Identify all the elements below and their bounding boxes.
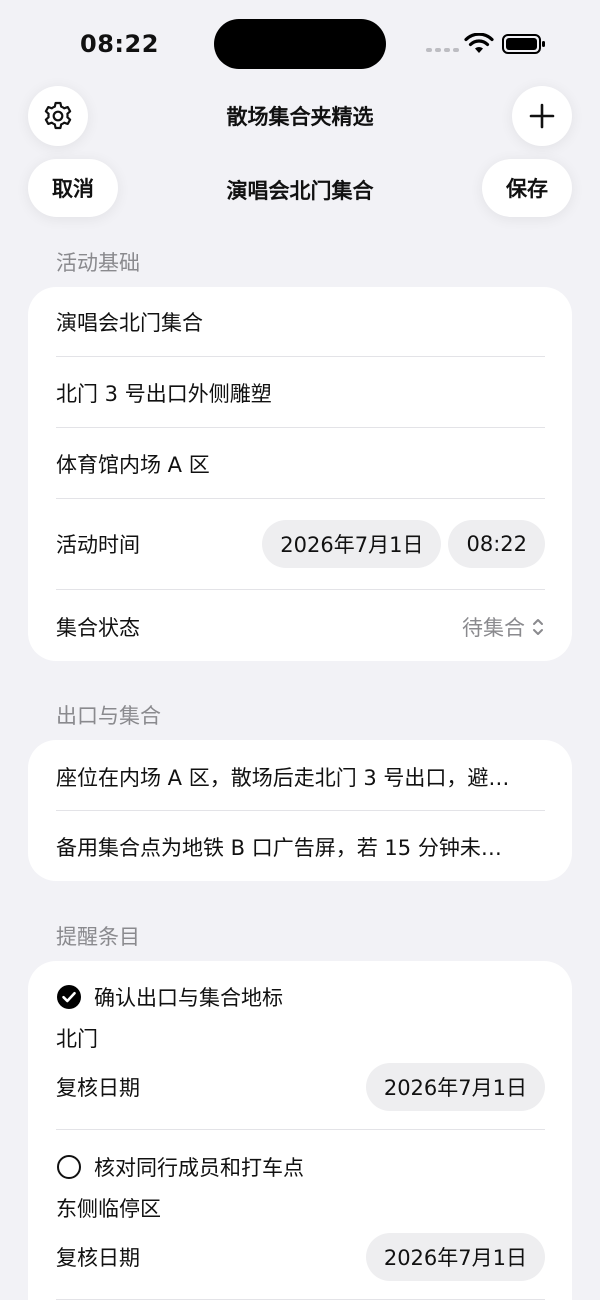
reminder-item-2-date-row: 复核日期 2026年7月1日 [56,1233,545,1281]
section-header-reminders: 提醒条目 [56,925,140,949]
battery-icon [502,34,545,54]
page-title: 散场集合夹精选 [226,105,374,129]
divider [56,427,545,428]
reminder-item-2-title[interactable]: 核对同行成员和打车点 [94,1152,304,1182]
save-button[interactable]: 保存 [482,159,572,217]
meeting-point-value: 北门 3 号出口外侧雕塑 [56,382,272,406]
status-value: 待集合 [462,616,525,640]
section-header-basics: 活动基础 [56,251,140,275]
reminder-item-1-date-label: 复核日期 [56,1076,140,1100]
exit-note-1: 座位在内场 A 区，散场后走北门 3 号出口，避… [56,766,510,790]
cellular-signal-icon [426,48,459,52]
event-time-label: 活动时间 [56,533,140,557]
wifi-icon [464,33,494,53]
status-picker[interactable]: 待集合 [462,612,545,642]
exit-note-2: 备用集合点为地铁 B 口广告屏，若 15 分钟未… [56,836,502,860]
reminder-item-1-location: 北门 [56,1027,98,1051]
reminder-item-1-location-row[interactable]: 北门 [56,1018,545,1058]
chevron-up-down-icon [533,619,543,635]
divider [56,810,545,811]
meeting-point-field[interactable]: 北门 3 号出口外侧雕塑 [56,373,545,413]
divider [56,1129,545,1130]
reminder-item-1-title-row: 确认出口与集合地标 [56,977,545,1017]
event-time-row: 活动时间 2026年7月1日 08:22 [56,520,545,568]
event-date-picker[interactable]: 2026年7月1日 [262,520,442,568]
add-button[interactable] [512,86,572,146]
reminder-item-1-date-picker[interactable]: 2026年7月1日 [365,1063,545,1111]
exit-note-field-2[interactable]: 备用集合点为地铁 B 口广告屏，若 15 分钟未… [56,827,545,867]
event-name-field[interactable]: 演唱会北门集合 [56,302,545,342]
status-row: 集合状态 待集合 [56,607,545,647]
venue-zone-field[interactable]: 体育馆内场 A 区 [56,444,545,484]
section-header-exit: 出口与集合 [56,704,161,728]
reminder-item-2-date-picker[interactable]: 2026年7月1日 [365,1233,545,1281]
divider [56,589,545,590]
divider [56,498,545,499]
exit-note-field-1[interactable]: 座位在内场 A 区，散场后走北门 3 号出口，避… [56,757,545,797]
reminder-item-2-location: 东侧临停区 [56,1197,161,1221]
checkmark-circle-filled-icon[interactable] [56,984,82,1010]
circle-unchecked-icon[interactable] [56,1154,82,1180]
plus-icon [529,103,555,129]
reminder-item-2-location-row[interactable]: 东侧临停区 [56,1188,545,1228]
venue-zone-value: 体育馆内场 A 区 [56,453,210,477]
status-time: 08:22 [80,30,159,58]
status-label: 集合状态 [56,616,140,640]
event-time-picker[interactable]: 08:22 [448,520,545,568]
basics-card: 演唱会北门集合 北门 3 号出口外侧雕塑 体育馆内场 A 区 活动时间 2026… [28,287,572,661]
reminder-item-2-date-label: 复核日期 [56,1246,140,1270]
screen: 08:22 散场集合夹精选 取消 演唱会北门集合 保存 活动基础 演唱会北门集合… [0,0,600,1300]
divider [56,356,545,357]
event-name-value: 演唱会北门集合 [56,311,203,335]
dynamic-island [214,19,386,69]
reminder-item-1-date-row: 复核日期 2026年7月1日 [56,1063,545,1111]
reminder-item-1-title[interactable]: 确认出口与集合地标 [94,982,283,1012]
reminders-card: 确认出口与集合地标 北门 复核日期 2026年7月1日 核对同行成员和打车点 东… [28,961,572,1300]
reminder-item-2-title-row: 核对同行成员和打车点 [56,1147,545,1187]
exit-card: 座位在内场 A 区，散场后走北门 3 号出口，避… 备用集合点为地铁 B 口广告… [28,740,572,881]
